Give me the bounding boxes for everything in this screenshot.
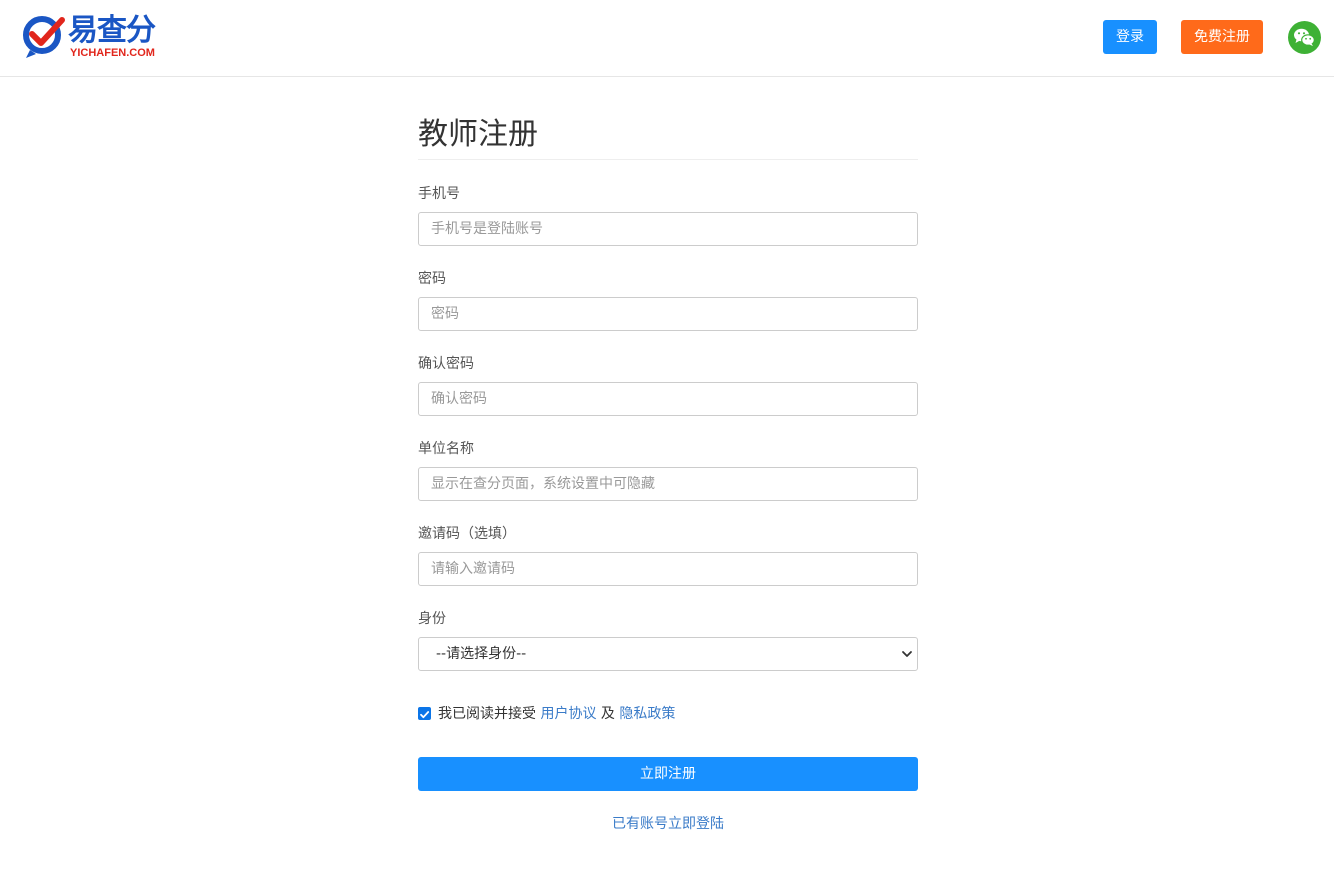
organization-label: 单位名称	[418, 441, 474, 457]
wechat-button[interactable]	[1288, 21, 1321, 54]
password-label: 密码	[418, 271, 446, 287]
login-link[interactable]: 已有账号立即登陆	[418, 814, 918, 834]
register-submit-button[interactable]: 立即注册	[418, 757, 918, 791]
identity-select-value: --请选择身份--	[436, 646, 527, 662]
top-header: 易查分 YICHAFEN.COM 登录 免费注册	[0, 0, 1334, 77]
agreement-and: 及	[600, 706, 615, 722]
logo-name: 易查分	[68, 13, 156, 48]
invite-code-label: 邀请码（选填）	[418, 526, 516, 542]
free-register-button[interactable]: 免费注册	[1181, 20, 1263, 54]
organization-input[interactable]	[418, 467, 918, 501]
chevron-down-icon	[902, 651, 912, 657]
logo-domain: YICHAFEN.COM	[70, 47, 155, 59]
agreement-text: 我已阅读并接受 用户协议 及 隐私政策	[438, 704, 675, 724]
identity-label: 身份	[418, 611, 446, 627]
logo-mark-icon	[23, 16, 65, 58]
page-title: 教师注册	[418, 117, 538, 152]
confirm-password-label: 确认密码	[418, 356, 474, 372]
identity-select[interactable]: --请选择身份--	[418, 637, 918, 671]
title-divider	[418, 159, 918, 160]
user-agreement-link[interactable]: 用户协议	[540, 706, 596, 722]
agreement-row: 我已阅读并接受 用户协议 及 隐私政策	[418, 704, 918, 724]
confirm-password-input[interactable]	[418, 382, 918, 416]
phone-input[interactable]	[418, 212, 918, 246]
checkmark-icon	[420, 711, 430, 719]
phone-label: 手机号	[418, 186, 460, 202]
invite-code-input[interactable]	[418, 552, 918, 586]
wechat-icon	[1288, 21, 1321, 54]
password-input[interactable]	[418, 297, 918, 331]
login-button[interactable]: 登录	[1103, 20, 1157, 54]
privacy-policy-link[interactable]: 隐私政策	[619, 706, 675, 722]
agreement-prefix: 我已阅读并接受	[438, 706, 536, 722]
logo[interactable]: 易查分 YICHAFEN.COM	[22, 14, 162, 62]
agreement-checkbox[interactable]	[418, 707, 431, 720]
